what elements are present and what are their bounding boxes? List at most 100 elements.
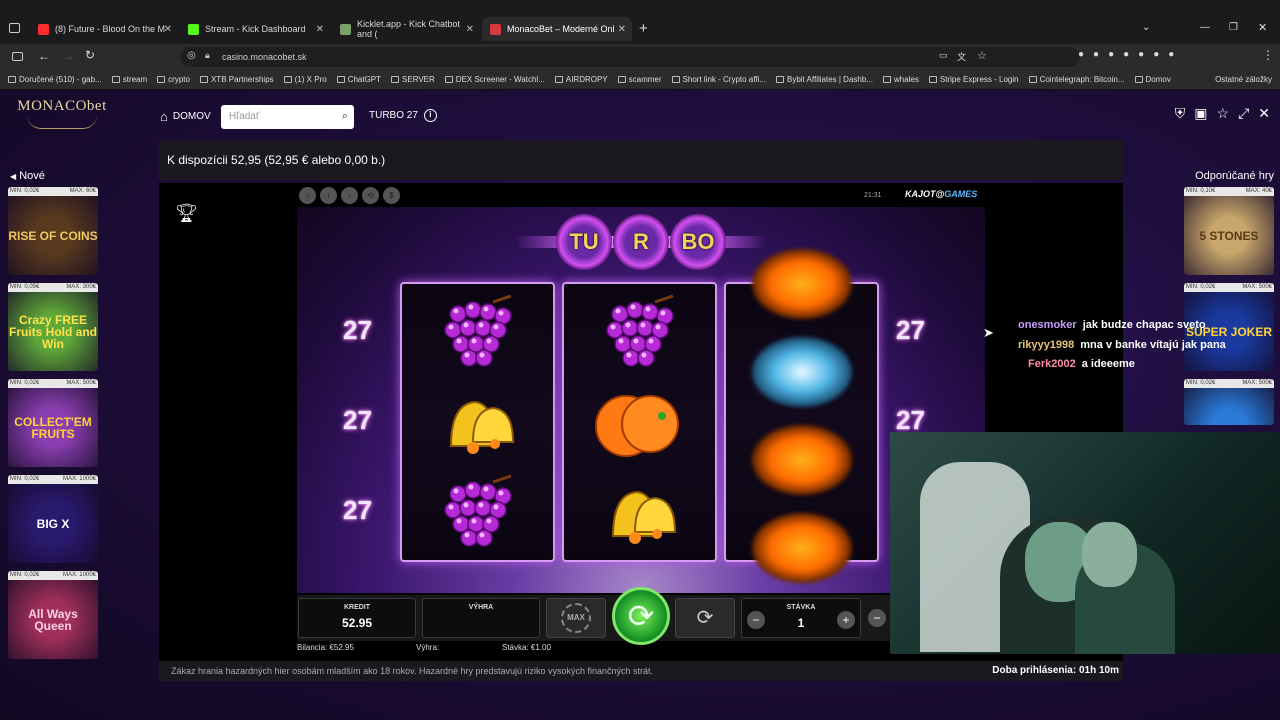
close-icon[interactable]: ✕ (316, 24, 324, 35)
max-bet-label: MAX (561, 603, 591, 633)
search-input[interactable]: Hľadať ⌕ (221, 105, 354, 129)
tab-kick-dashboard[interactable]: Stream - Kick Dashboard ✕ (180, 17, 330, 41)
bet-limits: MIN: 0,02€ MAX: 1000€ (8, 571, 98, 580)
site-info-icon[interactable]: ◎ (187, 50, 196, 61)
nav-home-link[interactable]: ⌂ DOMOV (160, 109, 211, 124)
home-icon: ⌂ (160, 109, 168, 124)
chat-text: mna v banke vítajú jak pana (1080, 338, 1226, 351)
min-bet: MIN: 0,10€ (1186, 188, 1216, 194)
new-tab-icon[interactable]: + (639, 20, 648, 37)
wallet-icon[interactable]: ▣ (1194, 105, 1207, 122)
extension-icons[interactable]: ●●●●●●● (1078, 49, 1183, 60)
game-thumbnail[interactable]: MIN: 0,05€ MAX: 300€ Crazy FREE Fruits Hol… (8, 283, 98, 371)
fullscreen-icon[interactable]: ⤢ (1238, 105, 1249, 122)
bookmark-item[interactable]: (1) X Pro (283, 75, 327, 84)
bet-limits: MIN: 0,02€ MAX: 500€ (8, 379, 98, 388)
bookmark-item[interactable]: Bybit Affiliates | Dashb... (775, 75, 873, 84)
close-icon[interactable]: ✕ (466, 24, 474, 35)
close-window-icon[interactable]: ✕ (1258, 21, 1267, 34)
sidebar-icon[interactable] (12, 52, 23, 61)
bookmark-item[interactable]: whales (882, 75, 919, 84)
game-thumbnail[interactable]: MIN: 0,10€ MAX: 40€ 5 STONES (1184, 187, 1274, 275)
new-games-heading[interactable]: ◀ Nové (10, 170, 45, 182)
currency-icon[interactable]: $ (383, 187, 400, 204)
menu-icon[interactable]: ⋮ (1262, 48, 1274, 62)
autoplay-button[interactable]: ⟳ (675, 598, 735, 638)
bet-limits: MIN: 0,02€ MAX: 500€ (1184, 379, 1274, 388)
bookmark-item[interactable]: Doručené (510) - gab... (8, 75, 102, 84)
game-thumbnail[interactable]: MIN: 0,02€ MAX: 1000€ All Ways Queen (8, 571, 98, 659)
line-count-left: 27 (343, 495, 372, 525)
search-icon[interactable]: ⌕ (342, 110, 348, 123)
bookmark-item[interactable]: Stripe Express - Login (928, 75, 1019, 84)
bookmark-item[interactable]: crypto (157, 75, 190, 84)
bet-plus-button[interactable]: + (837, 611, 855, 629)
min-bet: MIN: 0,02€ (10, 380, 40, 386)
chevron-down-icon[interactable]: ⌄ (1142, 22, 1150, 33)
provider-suffix: GAMES (944, 189, 978, 199)
new-games-label: Nové (19, 170, 45, 182)
bet-limits: MIN: 0,02€ MAX: 1000€ (8, 475, 98, 484)
bookmark-label: DEX Screener - Watchl... (455, 75, 545, 84)
shield-icon[interactable]: ⛨ (1175, 105, 1186, 122)
bookmark-item[interactable]: stream (111, 75, 147, 84)
grapes-symbol (402, 469, 553, 559)
install-icon[interactable]: ▭ (939, 50, 948, 61)
disclaimer-text: Zákaz hrania hazardných hier osobám mlad… (171, 666, 654, 676)
sound-icon[interactable]: ♪ (341, 187, 358, 204)
second-minus-button[interactable]: − (868, 609, 886, 627)
turbo-ball: R (613, 214, 669, 270)
close-icon[interactable]: ✕ (164, 24, 172, 35)
game-thumbnail[interactable]: MIN: 0,02€ MAX: 60€ RISE OF COINS (8, 187, 98, 275)
tab-title: Stream - Kick Dashboard (205, 24, 306, 34)
game-thumbnail[interactable]: MIN: 0,02€ MAX: 500€ (1184, 379, 1274, 425)
favorite-star-icon[interactable]: ☆ (1217, 105, 1230, 122)
maximize-icon[interactable]: ❐ (1229, 22, 1238, 33)
bookmark-item[interactable]: XTB Partnerships (199, 75, 274, 84)
bookmark-item[interactable]: AIRDROPY (554, 75, 608, 84)
bookmark-item[interactable]: Cointelegraph: Bitcoin... (1028, 75, 1125, 84)
star-icon[interactable]: ☆ (977, 49, 987, 62)
game-header-icons: ⛨ ▣ ☆ ⤢ ✕ (1175, 105, 1270, 122)
game-art: BIG X (8, 484, 98, 563)
spin-button[interactable]: ⟳ (612, 587, 670, 645)
forward-icon[interactable]: → (62, 49, 74, 63)
tab-youtube[interactable]: (8) Future - Blood On the M ✕ (30, 17, 178, 41)
bookmark-item[interactable]: DEX Screener - Watchl... (444, 75, 545, 84)
tab-kicklet[interactable]: Kicklet.app - Kick Chatbot and ( ✕ (332, 17, 480, 41)
game-art: RISE OF COINS (8, 196, 98, 275)
close-icon[interactable]: ✕ (618, 24, 626, 35)
max-bet-button[interactable]: MAX (546, 598, 606, 638)
monacobet-logo[interactable]: MONACObet (14, 98, 110, 138)
recommended-games-heading[interactable]: Odporúčané hry (1195, 170, 1274, 182)
bet-minus-button[interactable]: − (747, 611, 765, 629)
bet-limits: MIN: 0,02€ MAX: 500€ (1184, 283, 1274, 292)
other-bookmarks[interactable]: Ostatné záložky (1215, 75, 1280, 84)
bookmark-item[interactable]: Short link - Crypto affi... (671, 75, 766, 84)
bookmark-item[interactable]: SERVER (391, 75, 435, 84)
info-game-icon[interactable]: i (320, 187, 337, 204)
minimize-icon[interactable]: — (1200, 22, 1210, 33)
bookmark-item[interactable]: Domov (1134, 75, 1171, 84)
back-icon[interactable]: ← (38, 49, 50, 63)
translate-icon[interactable]: 文 (957, 50, 966, 63)
folder-icon (199, 76, 208, 83)
chat-message: rikyyy1998 mna v banke vítajú jak pana (1018, 336, 1226, 356)
game-title-link[interactable]: TURBO 27 i (369, 109, 437, 122)
home-game-icon[interactable]: ⌂ (299, 187, 316, 204)
reload-icon[interactable]: ↻ (85, 48, 95, 62)
bookmark-item[interactable]: ChatGPT (336, 75, 381, 84)
close-game-icon[interactable]: ✕ (1258, 105, 1270, 122)
tab-monacobet[interactable]: MonacoBet – Moderné Onl ✕ (482, 17, 632, 41)
bookmark-item[interactable]: scammer (617, 75, 662, 84)
game-thumbnail[interactable]: MIN: 0,02€ MAX: 1000€ BIG X (8, 475, 98, 563)
orange-symbol (564, 379, 715, 469)
info-icon[interactable]: i (423, 109, 437, 122)
trophy-icon[interactable]: 🏆︎ (175, 203, 198, 224)
game-thumbnail[interactable]: MIN: 0,02€ MAX: 500€ COLLECT'EM FRUITS (8, 379, 98, 467)
tab-title: MonacoBet – Moderné Onl (507, 24, 615, 34)
bell-symbol (564, 469, 715, 559)
game-art (1184, 388, 1274, 425)
tab-search-icon[interactable] (9, 23, 20, 33)
history-icon[interactable]: ⟲ (362, 187, 379, 204)
